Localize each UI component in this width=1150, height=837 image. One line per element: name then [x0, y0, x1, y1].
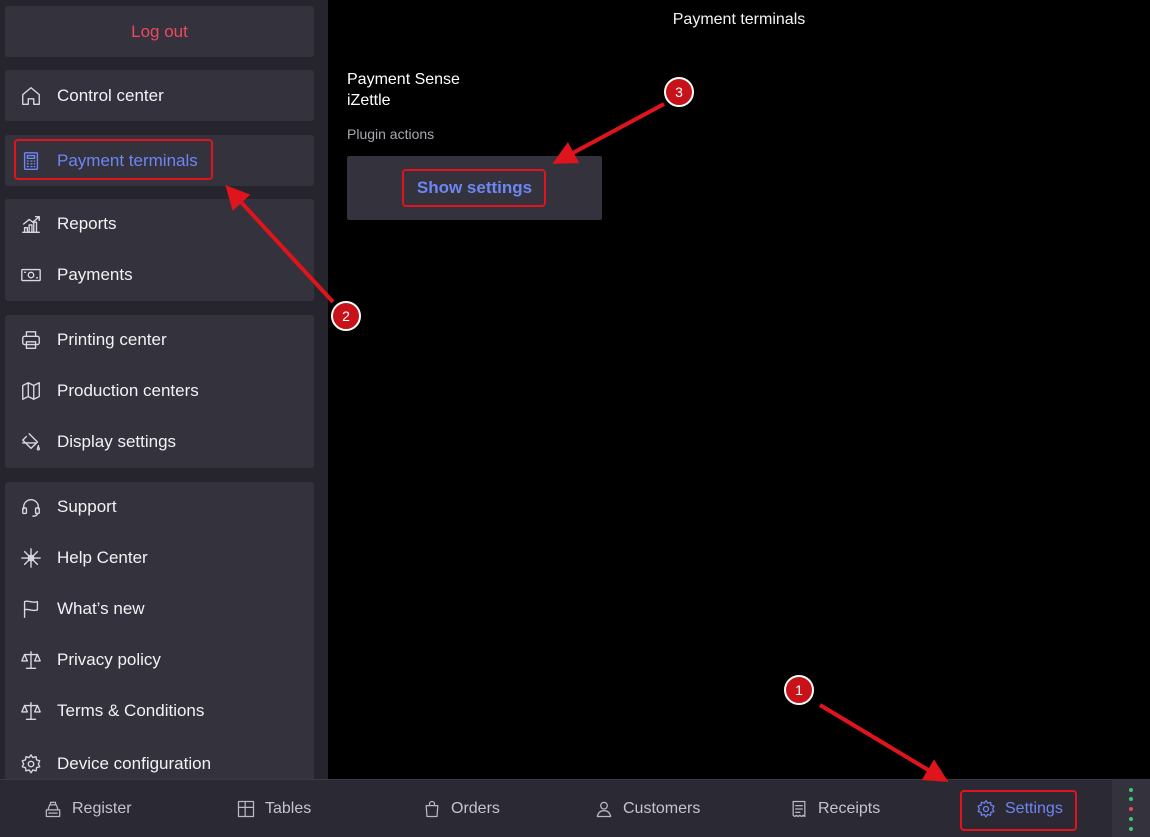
sidebar-item-label: Support — [57, 497, 117, 516]
tab-label: Receipts — [818, 800, 881, 817]
sidebar-group-control: Control center — [5, 70, 314, 121]
sidebar-item-reports[interactable]: Reports — [5, 199, 314, 249]
map-icon — [20, 380, 42, 402]
home-icon — [20, 85, 42, 107]
sidebar-item-payments[interactable]: Payments — [5, 250, 314, 300]
sidebar-item-privacy-policy[interactable]: Privacy policy — [5, 635, 314, 685]
sidebar-item-label: Privacy policy — [57, 650, 161, 669]
sidebar-item-device-configuration[interactable]: Device configuration — [5, 739, 314, 779]
sidebar-item-label: Payments — [57, 265, 133, 284]
page-title: Payment terminals — [672, 11, 806, 28]
user-icon — [596, 801, 612, 818]
show-settings-button[interactable]: Show settings — [347, 156, 602, 220]
sidebar-item-label: Payment terminals — [57, 150, 198, 170]
sidebar-item-label: Display settings — [57, 432, 177, 451]
scale-icon — [20, 700, 42, 722]
sidebar-item-payment-terminals[interactable]: Payment terminals — [5, 135, 314, 186]
register-icon — [45, 801, 61, 818]
sidebar-item-label: Production centers — [57, 381, 199, 400]
sidebar-item-label: Printing center — [57, 330, 167, 349]
gear-icon — [20, 753, 42, 775]
sidebar-item-label: Help Center — [57, 548, 148, 567]
sidebar-item-label: Device configuration — [57, 754, 212, 773]
step-badge-1: 1 — [784, 675, 814, 705]
calculator-icon — [20, 150, 42, 172]
sidebar-item-support[interactable]: Support — [5, 482, 314, 532]
sidebar-item-production-centers[interactable]: Production centers — [5, 366, 314, 416]
tab-label: Customers — [623, 800, 701, 817]
sidebar-group-terminals: Payment terminals — [5, 135, 314, 186]
sidebar-item-label: Reports — [57, 214, 117, 233]
headset-icon — [20, 496, 42, 518]
compass-star-icon — [20, 547, 42, 569]
status-dot — [1129, 807, 1133, 811]
status-dot — [1129, 797, 1133, 801]
status-dot — [1129, 827, 1133, 831]
tab-tables[interactable]: Tables — [236, 780, 311, 837]
sidebar: Log out Control center Payment terminals… — [0, 0, 328, 779]
tab-label: Tables — [265, 800, 312, 817]
tab-label: Settings — [1005, 800, 1063, 817]
paint-bucket-icon — [20, 431, 42, 453]
step-badge-3: 3 — [664, 77, 694, 107]
logout-button[interactable]: Log out — [5, 6, 314, 57]
tab-orders[interactable]: Orders — [422, 780, 500, 837]
plugin-name: iZettle — [347, 92, 391, 109]
sidebar-item-control-center[interactable]: Control center — [5, 70, 314, 121]
bag-icon — [425, 800, 439, 818]
chart-icon — [20, 213, 42, 235]
tab-settings[interactable]: Settings — [976, 780, 1063, 837]
tab-label: Orders — [451, 800, 500, 817]
tab-register[interactable]: Register — [43, 780, 132, 837]
sidebar-item-printing-center[interactable]: Printing center — [5, 315, 314, 365]
plugin-name: Payment Sense — [347, 71, 460, 88]
sidebar-item-whats-new[interactable]: What’s new — [5, 584, 314, 634]
step-badge-2: 2 — [331, 301, 361, 331]
sidebar-group-help: Support Help Center What’s new Privacy p… — [5, 482, 314, 779]
cash-icon — [20, 264, 42, 286]
plugin-actions-label: Plugin actions — [347, 126, 435, 142]
tables-icon — [237, 800, 255, 818]
receipt-icon — [792, 800, 806, 818]
sidebar-item-label: Terms & Conditions — [57, 701, 205, 720]
tab-receipts[interactable]: Receipts — [789, 780, 880, 837]
sidebar-group-reports: Reports Payments — [5, 199, 314, 301]
sidebar-item-help-center[interactable]: Help Center — [5, 533, 314, 583]
scale-icon — [20, 649, 42, 671]
show-settings-label: Show settings — [416, 178, 533, 197]
sidebar-item-display-settings[interactable]: Display settings — [5, 417, 314, 467]
status-dot — [1129, 788, 1133, 792]
tab-label: Register — [72, 800, 132, 817]
status-dot — [1129, 817, 1133, 821]
sidebar-item-label: What’s new — [57, 599, 145, 618]
bottom-tab-bar: Register Tables Orders Customers Receipt… — [0, 779, 1150, 837]
printer-icon — [20, 329, 42, 351]
tab-customers[interactable]: Customers — [594, 780, 700, 837]
sidebar-item-terms-conditions[interactable]: Terms & Conditions — [5, 686, 314, 736]
sidebar-item-label: Control center — [57, 85, 164, 105]
main-content: Payment terminals Payment Sense iZettle … — [328, 0, 1150, 779]
flag-icon — [20, 598, 42, 620]
sidebar-group-devices: Printing center Production centers Displ… — [5, 315, 314, 468]
status-dots-panel[interactable] — [1112, 780, 1150, 837]
gear-icon — [977, 800, 995, 818]
